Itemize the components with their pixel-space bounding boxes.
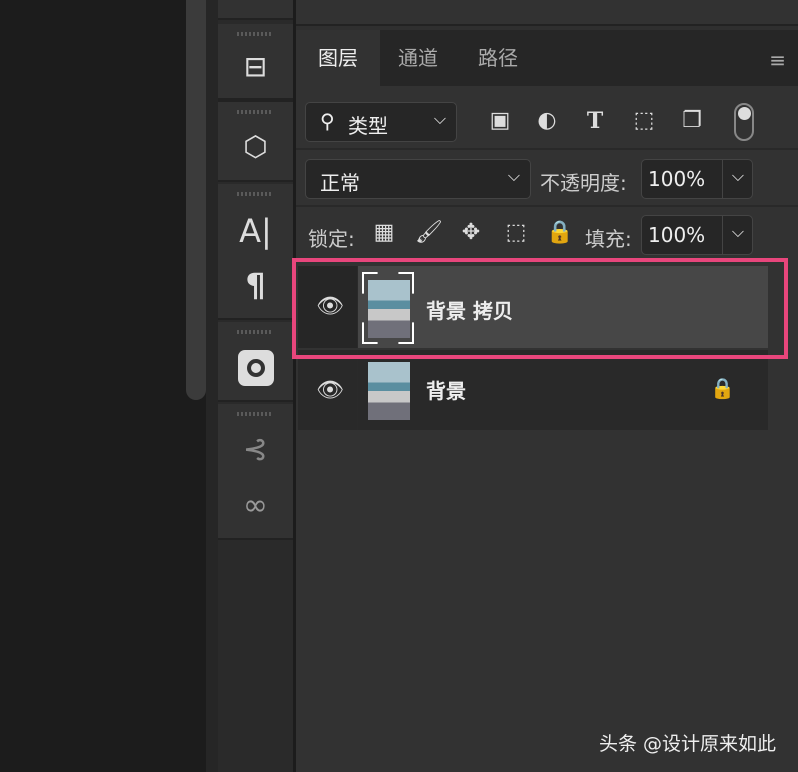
visibility-toggle[interactable]: 👁 [298,350,358,430]
smart-object-filter-icon[interactable]: ❐ [677,108,707,133]
adjustment-filter-icon[interactable]: ◐ [532,108,562,133]
eye-icon: 👁 [316,378,344,403]
search-icon: ⚲ [320,109,335,133]
shape-filter-icon[interactable]: ⬚ [629,108,659,133]
capture-group [218,322,293,402]
creative-cloud-icon[interactable]: ∞ [218,488,293,523]
clone-source-group: ⊟ [218,24,293,100]
watermark: 头条 @设计原来如此 [598,733,776,755]
filter-kind-select[interactable]: ⚲ 类型 ⌵ [305,102,457,142]
blend-mode-select[interactable]: 正常 ⌵ [305,159,531,199]
lock-icon: 🔒 [710,376,735,400]
opacity-value: 100% [648,167,706,191]
filter-toggle[interactable] [734,103,754,141]
layer-row[interactable]: 👁 背景 🔒 [298,350,768,430]
lock-label: 锁定: [308,227,355,251]
panel-top-strip [296,0,798,26]
panel-divider [206,0,218,772]
cloud-group: ⊰ ∞ [218,404,293,540]
layer-thumbnail [368,362,410,420]
tab-paths[interactable]: 路径 [456,30,540,86]
lock-transparent-pixels-icon[interactable]: ▦ [369,220,399,245]
3d-cube-icon[interactable]: ⬡ [218,130,293,163]
lock-position-icon[interactable]: ✥ [456,220,486,245]
fill-value: 100% [648,223,706,247]
opacity-field[interactable]: 100% ⌵ [641,159,753,199]
image-filter-icon[interactable]: ▣ [485,108,515,133]
camera-icon[interactable] [218,350,293,390]
lock-all-icon[interactable]: 🔒 [545,220,575,245]
3d-group: ⬡ [218,102,293,182]
paragraph-icon[interactable]: ¶ [218,266,293,304]
panel-menu-icon[interactable]: ≡ [769,48,786,72]
chevron-down-icon: ⌵ [507,166,520,185]
fill-label: 填充: [585,227,632,251]
chevron-down-icon[interactable]: ⌵ [732,166,744,186]
fill-field[interactable]: 100% ⌵ [641,215,753,255]
chevron-down-icon: ⌵ [433,109,446,128]
clone-stamp-icon[interactable]: ⊟ [218,50,293,83]
opacity-label: 不透明度: [540,171,627,195]
scrollbar[interactable] [186,0,206,400]
tab-channels[interactable]: 通道 [380,30,456,86]
chevron-down-icon[interactable]: ⌵ [732,222,744,242]
character-icon[interactable]: A| [218,212,293,250]
filter-kind-label: 类型 [348,114,388,138]
lock-artboard-icon[interactable]: ⬚ [501,220,531,245]
type-group: A| ¶ [218,184,293,320]
type-filter-icon[interactable]: T [580,108,610,134]
panel-tabs: 图层 通道 路径 ≡ [296,30,798,86]
highlight-box [292,258,788,359]
tab-layers[interactable]: 图层 [296,30,380,86]
blend-mode-value: 正常 [320,171,360,195]
libraries-icon[interactable]: ⊰ [218,432,293,467]
layer-name[interactable]: 背景 [426,350,466,432]
panel-dock: ⊟ ⬡ A| ¶ ⊰ ∞ [218,0,293,772]
lock-image-pixels-icon[interactable]: 🖌 [414,220,444,245]
